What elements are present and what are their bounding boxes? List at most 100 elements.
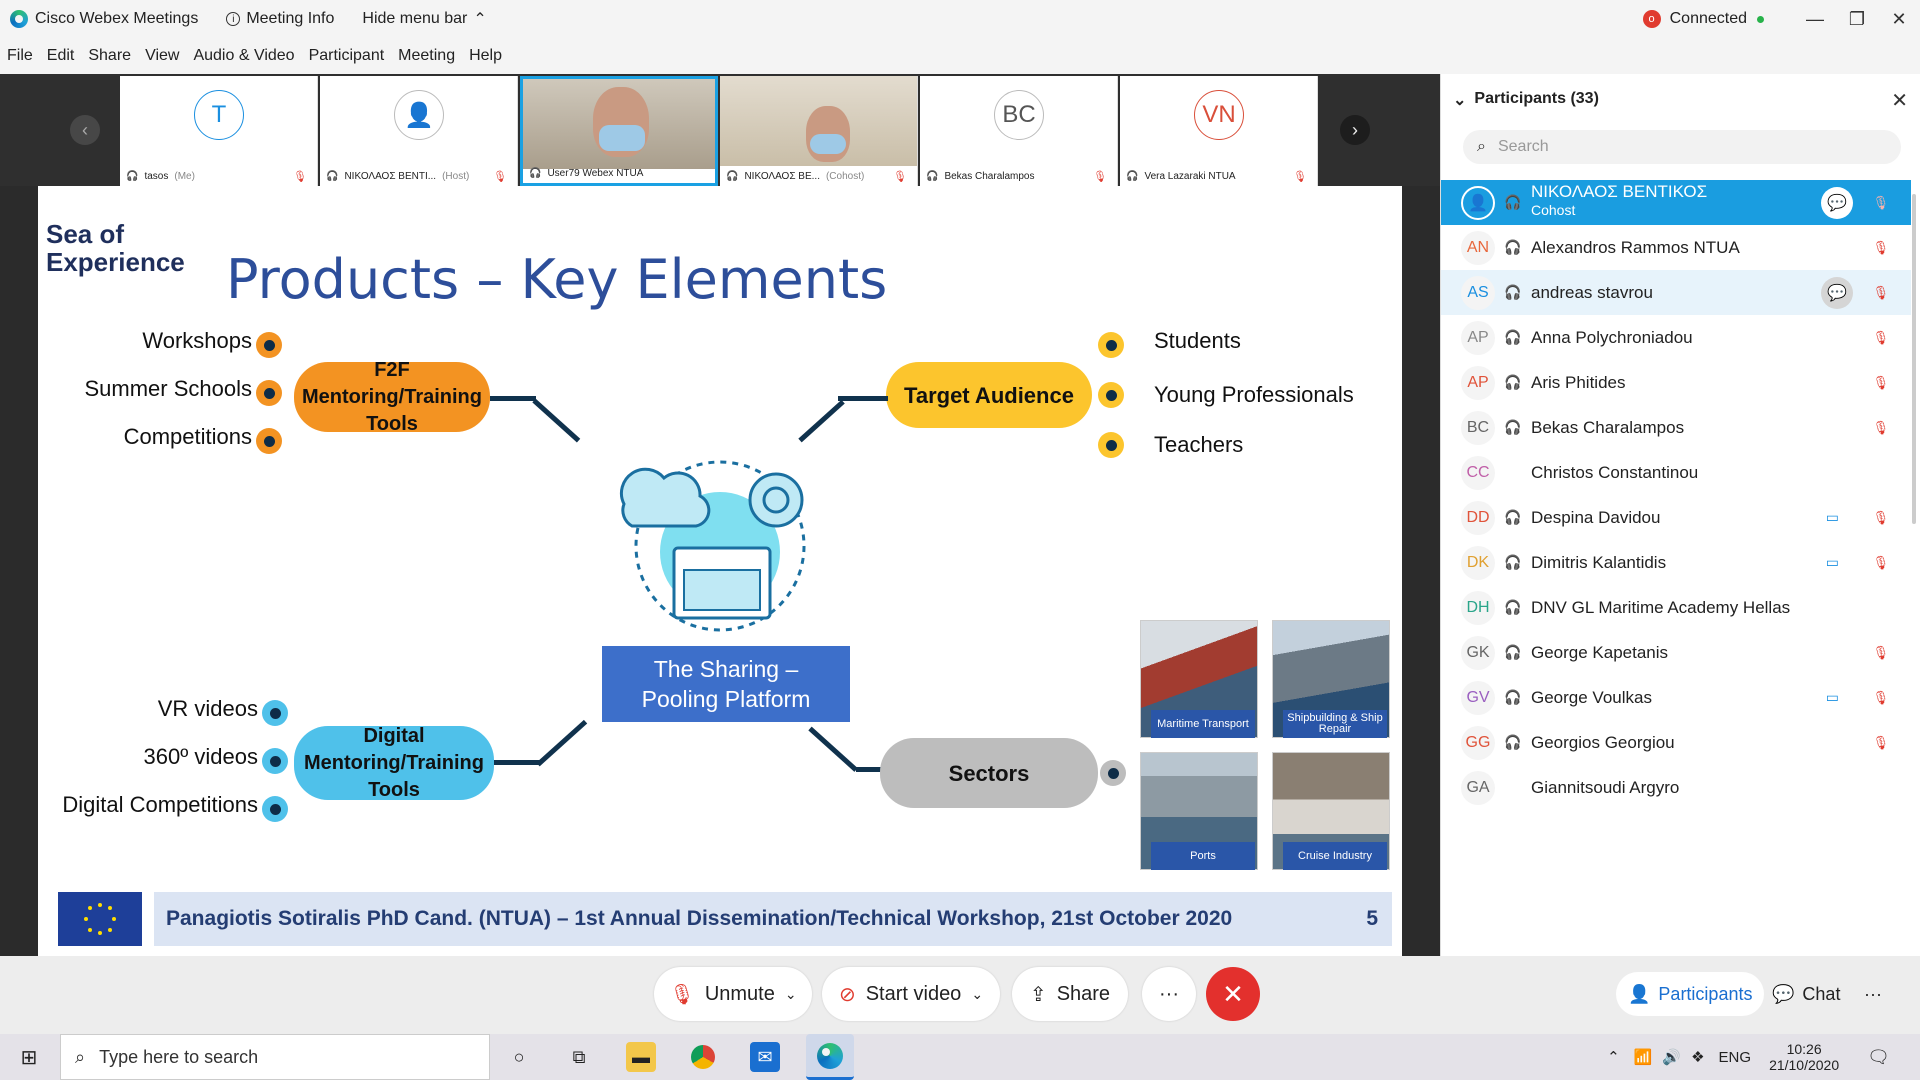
menu-edit[interactable]: Edit: [47, 47, 75, 65]
clock-time: 10:26: [1786, 1041, 1822, 1057]
audience-dot: [1098, 382, 1124, 408]
participant-avatar: BC: [1461, 410, 1495, 445]
webex-taskbar-button[interactable]: [806, 1034, 854, 1080]
connector-line: [490, 396, 536, 401]
start-video-button[interactable]: ⊘ Start video ⌄: [822, 967, 1000, 1021]
menu-share[interactable]: Share: [88, 47, 131, 65]
tile-name: Bekas Charalampos: [944, 170, 1035, 182]
tile-name: tasos: [144, 170, 169, 182]
taskbar-search-input[interactable]: ⌕ Type here to search: [60, 1034, 490, 1080]
chevron-left-icon: ‹: [82, 119, 88, 140]
participant-row[interactable]: GA Giannitsoudi Argyro: [1441, 765, 1911, 810]
menu-participant[interactable]: Participant: [309, 47, 385, 65]
participant-tile[interactable]: BC 🎧 Bekas Charalampos 🎙: [920, 76, 1118, 186]
panel-close-button[interactable]: ✕: [1891, 88, 1908, 113]
panel-title: Participants (33): [1474, 90, 1599, 107]
f2f-node: F2F Mentoring/Training Tools: [294, 359, 490, 435]
participant-search-input[interactable]: ⌕ Search: [1463, 130, 1901, 164]
close-window-button[interactable]: ✕: [1878, 9, 1920, 30]
panel-more-button[interactable]: ···: [1852, 972, 1894, 1016]
scrollbar[interactable]: [1912, 194, 1916, 524]
participant-row[interactable]: GV 🎧 George Voulkas ▭ 🎙: [1441, 675, 1911, 720]
more-options-button[interactable]: ···: [1142, 967, 1196, 1021]
participant-row[interactable]: AS 🎧 andreas stavrou 💬 🎙: [1441, 270, 1911, 315]
cortana-button[interactable]: ○: [504, 1042, 534, 1072]
task-view-button[interactable]: ⧉: [564, 1042, 594, 1072]
tile-role: (Cohost): [825, 170, 865, 182]
share-button[interactable]: ⇪ Share: [1012, 967, 1128, 1021]
chrome-button[interactable]: [688, 1042, 718, 1072]
tile-name: ΝΙΚΟΛΑΟΣ ΒΕ...: [744, 170, 820, 182]
chevron-up-icon[interactable]: ⌃: [1607, 1048, 1620, 1066]
chat-bubble-icon[interactable]: 💬: [1821, 276, 1853, 309]
connector-line: [532, 398, 581, 443]
webex-icon: [817, 1042, 843, 1069]
participant-row[interactable]: DK 🎧 Dimitris Kalantidis ▭ 🎙: [1441, 540, 1911, 585]
headset-icon: 🎧: [1504, 374, 1522, 390]
participant-row[interactable]: AP 🎧 Aris Phitides 🎙: [1441, 360, 1911, 405]
sector-photo: Ports: [1140, 752, 1258, 870]
cortana-icon: ○: [513, 1046, 525, 1067]
strip-next-button[interactable]: ›: [1340, 115, 1370, 145]
participant-row[interactable]: AN 🎧 Alexandros Rammos NTUA 🎙: [1441, 225, 1911, 270]
menu-help[interactable]: Help: [469, 47, 502, 65]
mask-shape: [599, 125, 645, 151]
hide-menu-bar-button[interactable]: Hide menu bar ⌃: [362, 9, 486, 29]
audience-dot: [1098, 332, 1124, 358]
headset-icon: 🎧: [326, 170, 339, 182]
panel-header[interactable]: ⌄ Participants (33): [1453, 90, 1599, 110]
start-video-label: Start video: [865, 982, 962, 1005]
language-indicator[interactable]: ENG: [1719, 1049, 1752, 1066]
participant-video-tile[interactable]: 🎧 User79 Webex NTUA: [520, 76, 718, 186]
dropbox-icon[interactable]: ❖: [1691, 1048, 1704, 1066]
mask-shape: [810, 134, 846, 154]
chat-toggle-button[interactable]: 💬 Chat: [1760, 972, 1852, 1016]
participant-row[interactable]: DD 🎧 Despina Davidou ▭ 🎙: [1441, 495, 1911, 540]
avatar: BC: [994, 90, 1044, 140]
menu-meeting[interactable]: Meeting: [398, 47, 455, 65]
participant-tile[interactable]: VN 🎧 Vera Lazaraki NTUA 🎙: [1120, 76, 1318, 186]
participant-video-tile[interactable]: 🎧 ΝΙΚΟΛΑΟΣ ΒΕ... (Cohost) 🎙: [720, 76, 918, 186]
unmute-button[interactable]: 🎙 Unmute ⌄: [654, 967, 812, 1021]
f2f-item: Workshops: [142, 328, 252, 353]
participant-row[interactable]: CC Christos Constantinou: [1441, 450, 1911, 495]
leave-meeting-button[interactable]: ✕: [1206, 967, 1260, 1021]
meeting-info-button[interactable]: i Meeting Info: [226, 10, 334, 28]
participant-name: Alexandros Rammos NTUA: [1531, 237, 1740, 257]
mic-muted-icon: 🎙: [493, 170, 507, 183]
clock[interactable]: 10:26 21/10/2020: [1769, 1041, 1839, 1073]
network-icon[interactable]: 📶: [1634, 1048, 1653, 1066]
platform-line-1: The Sharing –: [653, 656, 799, 682]
volume-icon[interactable]: 🔊: [1662, 1048, 1681, 1066]
participant-tile[interactable]: T 🎧 tasos (Me) 🎙: [120, 76, 318, 186]
chat-bubble-icon[interactable]: 💬: [1821, 186, 1853, 219]
mail-button[interactable]: ✉: [750, 1042, 780, 1072]
strip-prev-button[interactable]: ‹: [70, 115, 100, 145]
participants-toggle-button[interactable]: 👤 Participants: [1616, 972, 1765, 1016]
participant-avatar: AN: [1461, 230, 1495, 265]
menu-audio-video[interactable]: Audio & Video: [193, 47, 294, 65]
menu-file[interactable]: File: [7, 47, 33, 65]
participant-row[interactable]: DH 🎧 DNV GL Maritime Academy Hellas: [1441, 585, 1911, 630]
folder-icon: ▬: [632, 1046, 650, 1067]
menu-view[interactable]: View: [145, 47, 179, 65]
video-camera-icon: ▭: [1825, 509, 1839, 525]
avatar: VN: [1194, 90, 1244, 140]
status-dot-icon: [1757, 15, 1764, 23]
participant-avatar: AP: [1461, 365, 1495, 400]
participant-row[interactable]: 👤 🎧 ΝΙΚΟΛΑΟΣ ΒΕΝΤΙΚΟΣ Cohost 💬 🎙: [1441, 180, 1911, 225]
maximize-button[interactable]: ❐: [1836, 9, 1878, 30]
file-explorer-button[interactable]: ▬: [626, 1042, 656, 1072]
sector-photo: Cruise Industry: [1272, 752, 1390, 870]
participant-tile[interactable]: 👤 🎧 ΝΙΚΟΛΑΟΣ ΒΕΝΤΙ... (Host) 🎙: [320, 76, 518, 186]
minimize-button[interactable]: —: [1794, 9, 1836, 30]
slide-footer: Panagiotis Sotiralis PhD Cand. (NTUA) – …: [154, 892, 1392, 946]
participant-row[interactable]: BC 🎧 Bekas Charalampos 🎙: [1441, 405, 1911, 450]
digital-node: Digital Mentoring/Training Tools: [294, 725, 494, 801]
participant-row[interactable]: GG 🎧 Georgios Georgiou 🎙: [1441, 720, 1911, 765]
notifications-icon[interactable]: 🗨: [1867, 1047, 1890, 1068]
start-button[interactable]: ⊞: [14, 1042, 44, 1072]
participant-row[interactable]: GK 🎧 George Kapetanis 🎙: [1441, 630, 1911, 675]
participant-row[interactable]: AP 🎧 Anna Polychroniadou 🎙: [1441, 315, 1911, 360]
digital-dot: [262, 700, 288, 726]
